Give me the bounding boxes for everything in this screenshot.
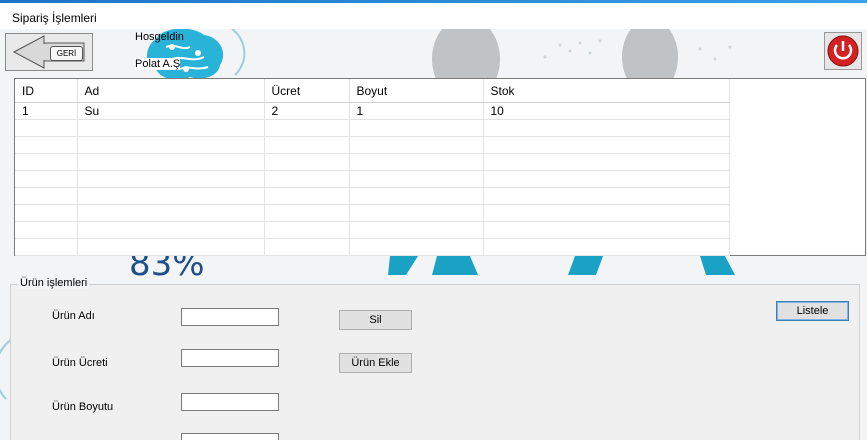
product-operations-group: [10, 284, 860, 440]
product-price-input[interactable]: [181, 349, 279, 367]
product-stock-input[interactable]: [181, 433, 279, 440]
power-icon: [827, 35, 859, 67]
empty-row: [15, 238, 730, 256]
cell-ucret[interactable]: 2: [264, 102, 350, 120]
empty-row: [15, 187, 730, 205]
welcome-label: Hosgeldin: [135, 31, 184, 43]
column-header-stok[interactable]: Stok: [483, 79, 730, 103]
back-button-label: GERİ: [50, 46, 83, 61]
product-size-label: Ürün Boyutu: [52, 401, 114, 413]
product-name-label: Ürün Adı: [52, 310, 95, 322]
empty-row: [15, 119, 730, 137]
product-price-label: Ürün Ücreti: [52, 357, 108, 369]
cell-boyut[interactable]: 1: [349, 102, 484, 120]
table-row[interactable]: 1 Su 2 1 10: [15, 102, 730, 120]
column-header-ad[interactable]: Ad: [77, 79, 265, 103]
form-canvas: 83% s Hosgeldin Polat A.Ş GERİ: [0, 29, 867, 440]
cell-id[interactable]: 1: [15, 102, 78, 120]
product-name-input[interactable]: [181, 308, 279, 326]
column-header-ucret[interactable]: Ücret: [264, 79, 350, 103]
empty-row: [15, 170, 730, 188]
column-header-boyut[interactable]: Boyut: [349, 79, 484, 103]
delete-button[interactable]: Sil: [339, 310, 412, 330]
empty-row: [15, 153, 730, 171]
title-bar: Sipariş İşlemleri: [0, 3, 867, 29]
empty-row: [15, 204, 730, 222]
company-label: Polat A.Ş: [135, 58, 181, 70]
empty-row: [15, 221, 730, 239]
column-header-id[interactable]: ID: [15, 79, 78, 103]
exit-button[interactable]: [824, 32, 862, 70]
product-size-input[interactable]: [181, 393, 279, 411]
products-grid[interactable]: ID Ad Ücret Boyut Stok 1 Su 2 1 10: [14, 78, 866, 256]
back-button[interactable]: GERİ: [5, 33, 93, 71]
list-button[interactable]: Listele: [776, 301, 849, 321]
cell-stok[interactable]: 10: [483, 102, 730, 120]
product-operations-title: Ürün işlemleri: [18, 277, 90, 289]
add-product-button[interactable]: Ürün Ekle: [339, 353, 412, 373]
window-title: Sipariş İşlemleri: [12, 11, 97, 25]
cell-ad[interactable]: Su: [77, 102, 265, 120]
empty-row: [15, 136, 730, 154]
